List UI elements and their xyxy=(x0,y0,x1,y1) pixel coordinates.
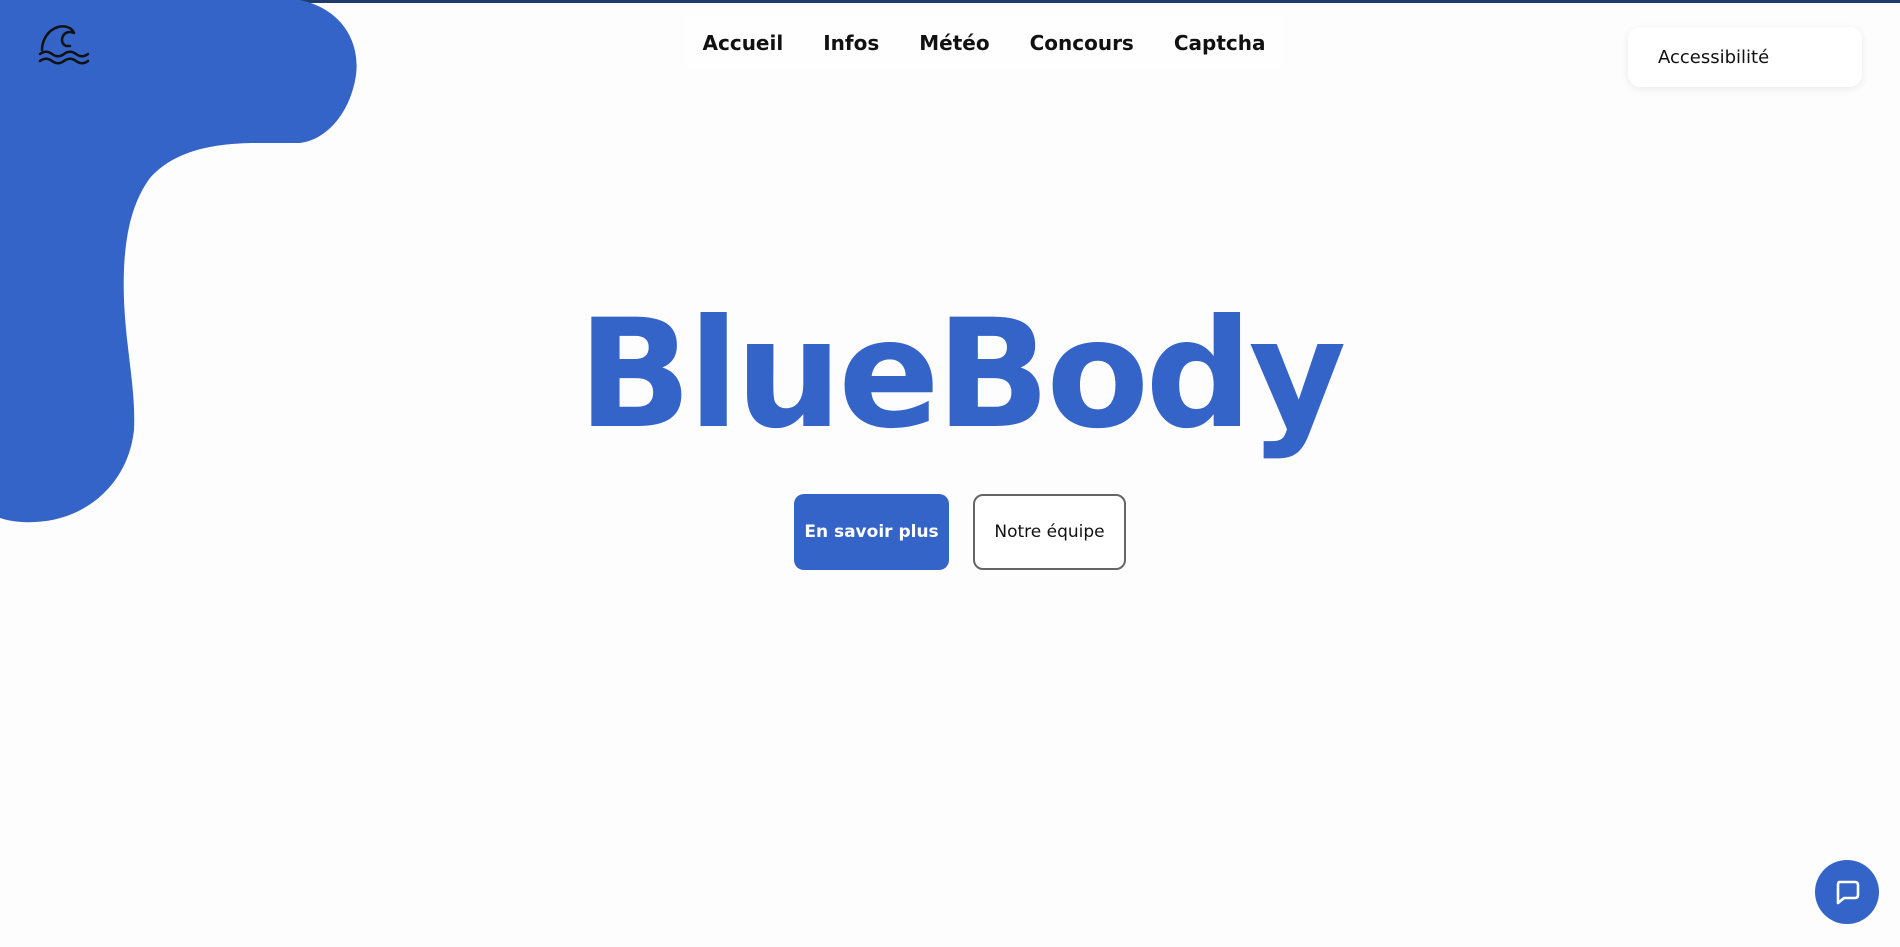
nav-item-accueil[interactable]: Accueil xyxy=(703,31,784,55)
nav-item-meteo[interactable]: Météo xyxy=(919,31,989,55)
learn-more-button[interactable]: En savoir plus xyxy=(794,494,949,570)
our-team-label: Notre équipe xyxy=(994,522,1105,542)
chat-button[interactable] xyxy=(1815,860,1879,924)
nav-item-concours[interactable]: Concours xyxy=(1030,31,1134,55)
learn-more-label: En savoir plus xyxy=(804,522,939,542)
nav-item-infos[interactable]: Infos xyxy=(823,31,879,55)
our-team-button[interactable]: Notre équipe xyxy=(973,494,1126,570)
accessibility-button[interactable]: Accessibilité xyxy=(1628,27,1862,87)
hero-title: BlueBody xyxy=(577,288,1347,462)
accessibility-label: Accessibilité xyxy=(1658,46,1770,68)
main-nav: Accueil Infos Météo Concours Captcha xyxy=(684,16,1284,70)
wave-icon[interactable] xyxy=(38,22,90,66)
decorative-blob xyxy=(0,0,357,523)
chat-icon xyxy=(1836,880,1860,905)
nav-item-captcha[interactable]: Captcha xyxy=(1174,31,1266,55)
